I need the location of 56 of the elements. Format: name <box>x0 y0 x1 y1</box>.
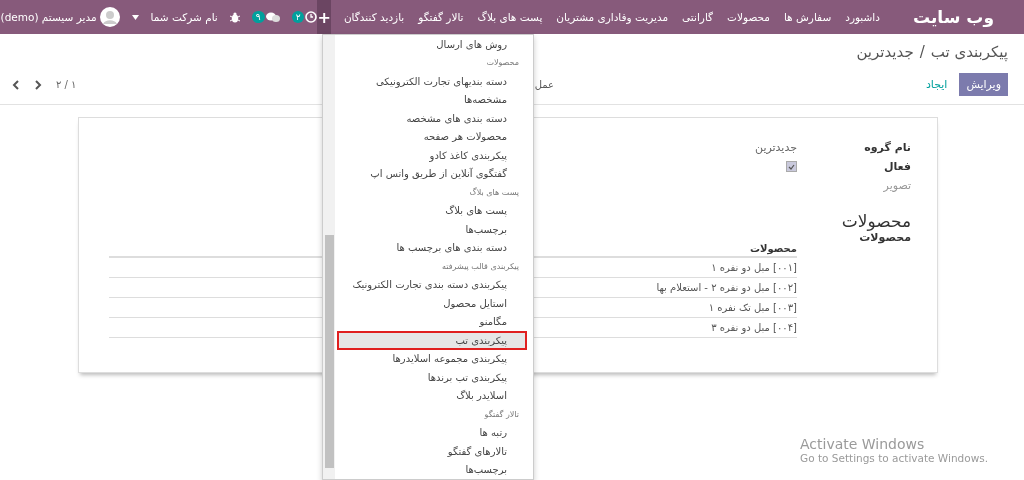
dropdown-item[interactable]: پست های بلاگ <box>337 201 527 220</box>
clock-icon[interactable] <box>305 11 318 23</box>
field-value: جدیدترین <box>755 141 797 154</box>
field-label: تصویر <box>882 179 911 192</box>
dropdown-item[interactable]: دسته بندیهای تجارت الکترونیکی <box>337 72 527 91</box>
dropdown-item[interactable]: اسلایدر بلاگ <box>337 386 527 405</box>
chat-icon[interactable] <box>265 11 280 23</box>
dropdown-item[interactable]: پیکربندی کاغذ کادو <box>337 146 527 165</box>
section-title: محصولات <box>841 211 911 231</box>
dropdown-item[interactable]: رتبه ها <box>337 423 527 442</box>
field-label: محصولات <box>858 231 911 246</box>
dropdown-item[interactable]: دسته بندی های مشخصه <box>337 109 527 128</box>
message-badge: ۹ <box>251 11 265 23</box>
field-label: نام گروه <box>863 141 911 154</box>
menu-item[interactable]: بازدید کنندگان <box>336 11 412 23</box>
menu-item[interactable]: تالار گفتگو <box>411 11 471 23</box>
dropdown-item[interactable]: پیکربندی تب برندها <box>337 368 527 387</box>
next-button[interactable] <box>34 79 42 90</box>
field-label: فعال <box>882 160 911 173</box>
pager-value: ۱ / ۲ <box>56 79 77 90</box>
activity-badge: ۲ <box>291 11 305 23</box>
user-avatar[interactable] <box>99 7 120 27</box>
activation-title: Activate Windows <box>800 436 926 452</box>
dropdown-item[interactable]: مشخصه‌ها <box>337 90 527 109</box>
dropdown-item[interactable]: پیکربندی تب <box>337 331 527 350</box>
dropdown-item[interactable]: برچسب‌ها <box>337 460 527 479</box>
menu-section-header: تالار گفتگو <box>483 408 520 421</box>
quick-create-button[interactable]: + <box>317 0 331 34</box>
breadcrumb-item[interactable]: پیکربندی تب <box>930 43 1008 61</box>
caret-icon[interactable] <box>131 14 139 20</box>
dropdown-item[interactable]: پیکربندی دسته بندی تجارت الکترونیک <box>337 275 527 294</box>
menu-section-header: پست های بلاگ <box>468 186 520 199</box>
breadcrumb-item: جدیدترین <box>856 43 914 61</box>
scrollbar[interactable] <box>323 35 335 479</box>
dropdown-item[interactable]: دسته بندی های برچسب ها <box>337 238 527 257</box>
dropdown-item[interactable]: روش های ارسال <box>337 35 527 54</box>
edit-button[interactable]: ویرایش <box>959 73 1008 96</box>
menu-item[interactable]: پست های بلاگ <box>470 11 550 23</box>
dropdown-item[interactable]: گفتگوی آنلاین از طریق واتس اپ <box>337 164 527 183</box>
dropdown-item[interactable]: پیکربندی مجموعه اسلایدرها <box>337 349 527 368</box>
activation-text: Go to Settings to activate Windows. <box>800 452 989 464</box>
menu-item[interactable]: گارانتی <box>675 11 721 23</box>
menu-section-header: پیکربندی قالب پیشرفته <box>441 260 520 273</box>
menu-item[interactable]: سفارش ها <box>776 11 839 23</box>
dropdown-item[interactable]: تالارهای گفتگو <box>337 442 527 461</box>
app-brand: وب سایت <box>912 7 994 27</box>
menu-item[interactable]: محصولات <box>720 11 777 23</box>
menu-item[interactable]: داشبورد <box>838 11 887 23</box>
dropdown-item[interactable]: محصولات هر صفحه <box>337 127 527 146</box>
company-switcher[interactable]: نام شرکت شما <box>150 11 218 23</box>
menu-section-header: محصولات <box>485 57 520 70</box>
previous-button[interactable] <box>12 79 20 90</box>
breadcrumb-separator: / <box>919 43 925 61</box>
menu-item[interactable]: مدیریت وفاداری مشتریان <box>549 11 676 23</box>
user-menu[interactable]: مدیر سیستم (demo) <box>0 11 97 23</box>
bug-icon[interactable] <box>229 11 240 23</box>
